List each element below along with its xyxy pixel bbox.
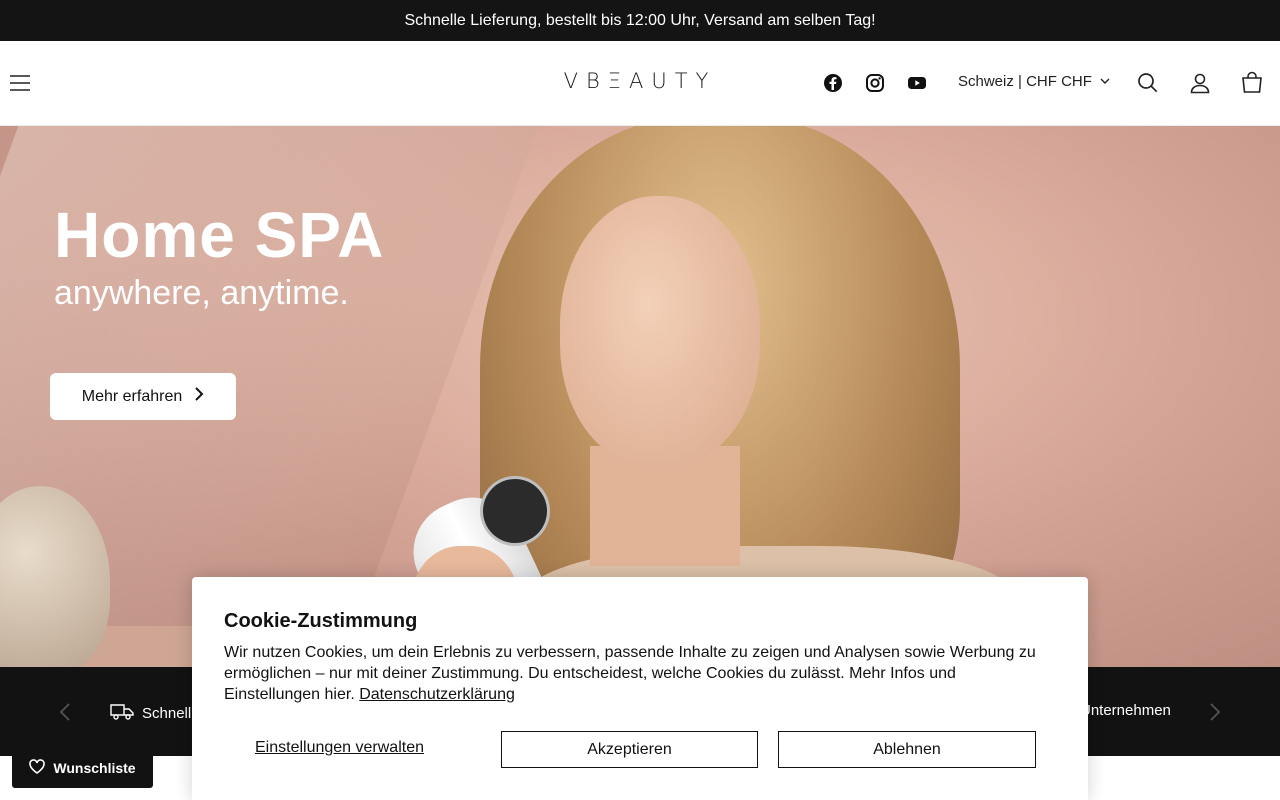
facebook-icon[interactable] bbox=[823, 73, 843, 93]
trust-item-label: Schnell bbox=[142, 704, 192, 722]
heart-icon bbox=[29, 759, 46, 777]
cookie-text: Wir nutzen Cookies, um dein Erlebnis zu … bbox=[224, 642, 1054, 705]
accept-button[interactable]: Akzeptieren bbox=[501, 731, 758, 768]
cookie-consent-dialog: Cookie-Zustimmung Wir nutzen Cookies, um… bbox=[192, 577, 1088, 800]
account-icon[interactable] bbox=[1188, 71, 1212, 95]
chevron-right-icon bbox=[194, 387, 204, 406]
manage-settings-link[interactable]: Einstellungen verwalten bbox=[255, 739, 424, 757]
truck-icon bbox=[110, 702, 134, 724]
chevron-down-icon bbox=[1100, 73, 1110, 90]
currency-label: Schweiz | CHF CHF bbox=[958, 73, 1092, 90]
announcement-text: Schnelle Lieferung, bestellt bis 12:00 U… bbox=[404, 11, 876, 29]
hero-model-face bbox=[560, 196, 760, 466]
cookie-title: Cookie-Zustimmung bbox=[224, 610, 418, 632]
cookie-description: Wir nutzen Cookies, um dein Erlebnis zu … bbox=[224, 644, 1036, 703]
chevron-left-icon[interactable] bbox=[58, 703, 74, 721]
site-header: VBΞAUTY Schweiz | CHF CHF bbox=[0, 41, 1280, 126]
privacy-policy-link[interactable]: Datenschutzerklärung bbox=[359, 686, 515, 703]
trust-item-company: Unternehmen bbox=[1080, 702, 1171, 719]
hero-subtitle: anywhere, anytime. bbox=[54, 274, 349, 312]
learn-more-label: Mehr erfahren bbox=[81, 387, 183, 405]
decline-button[interactable]: Ablehnen bbox=[778, 731, 1036, 768]
trust-item-delivery: Schnell bbox=[110, 702, 191, 724]
announcement-bar: Schnelle Lieferung, bestellt bis 12:00 U… bbox=[0, 0, 1280, 41]
cart-icon[interactable] bbox=[1240, 71, 1264, 95]
youtube-icon[interactable] bbox=[907, 73, 927, 93]
learn-more-button[interactable]: Mehr erfahren bbox=[50, 373, 236, 420]
currency-selector[interactable]: Schweiz | CHF CHF bbox=[958, 73, 1110, 90]
menu-icon[interactable] bbox=[8, 71, 32, 95]
chevron-right-icon[interactable] bbox=[1206, 703, 1222, 721]
instagram-icon[interactable] bbox=[865, 73, 885, 93]
hero-title: Home SPA bbox=[54, 199, 385, 271]
site-logo[interactable]: VBΞAUTY bbox=[540, 69, 740, 93]
hero-device-head bbox=[480, 476, 550, 546]
wishlist-label: Wunschliste bbox=[53, 760, 136, 776]
search-icon[interactable] bbox=[1136, 71, 1160, 95]
wishlist-button[interactable]: Wunschliste bbox=[12, 748, 153, 788]
